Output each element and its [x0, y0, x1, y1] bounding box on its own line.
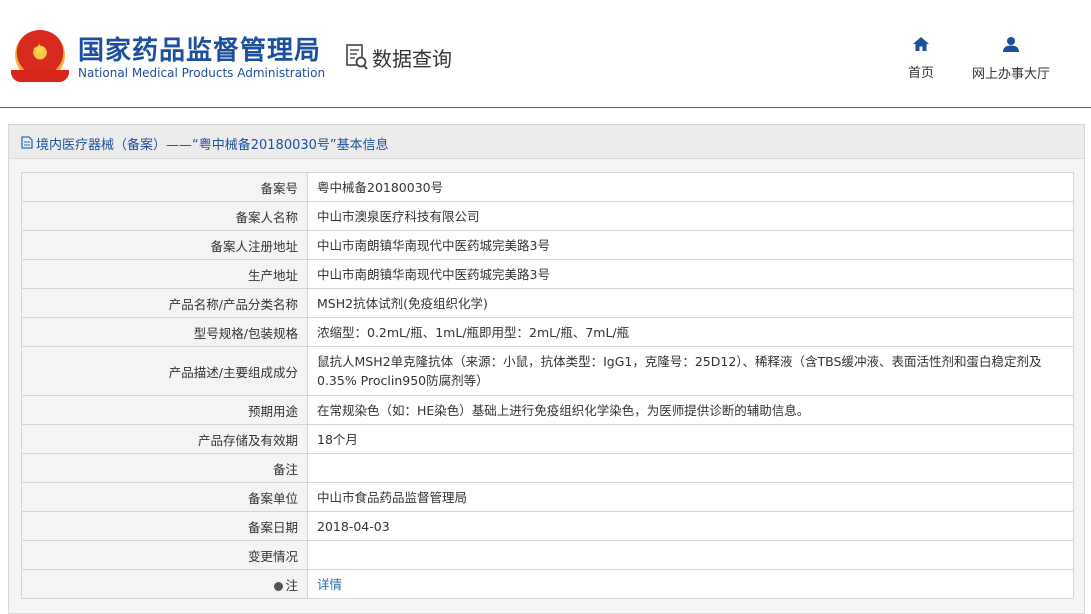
table-row: 备案号 粤中械备20180030号 — [21, 172, 1074, 202]
row-label: 备案日期 — [21, 511, 308, 541]
row-label: 产品描述/主要组成成分 — [21, 346, 308, 396]
nav-online-hall[interactable]: 网上办事大厅 — [966, 36, 1056, 82]
table-row: 变更情况 — [21, 540, 1074, 570]
home-icon — [913, 37, 929, 51]
table-row: 产品存储及有效期 18个月 — [21, 424, 1074, 454]
table-row: 注 详情 — [21, 569, 1074, 599]
panel-title: 境内医疗器械（备案）——“粤中械备20180030号”基本信息 — [36, 138, 389, 153]
row-label: 备案单位 — [21, 482, 308, 512]
national-emblem-logo: ★ — [11, 30, 69, 82]
pin-icon — [274, 581, 284, 591]
record-info-table: 备案号 粤中械备20180030号 备案人名称 中山市澳泉医疗科技有限公司 备案… — [21, 172, 1074, 599]
data-query-title: 数据查询 — [372, 47, 452, 71]
nav-online-hall-label: 网上办事大厅 — [971, 67, 1050, 82]
row-value: 18个月 — [307, 424, 1074, 454]
nav-home-label: 首页 — [907, 66, 934, 81]
row-label: 产品存储及有效期 — [21, 424, 308, 454]
note-label: 注 — [285, 577, 298, 593]
note-label-cell: 注 — [21, 569, 308, 599]
row-label: 预期用途 — [21, 395, 308, 425]
org-name-en[interactable]: National Medical Products Administration — [78, 66, 325, 80]
row-label: 型号规格/包装规格 — [21, 317, 308, 347]
table-row: 备案人名称 中山市澳泉医疗科技有限公司 — [21, 201, 1074, 231]
row-value: 粤中械备20180030号 — [307, 172, 1074, 202]
note-value-cell: 详情 — [307, 569, 1074, 599]
nav-home[interactable]: 首页 — [896, 36, 946, 81]
row-value: 浓缩型：0.2mL/瓶、1mL/瓶即用型：2mL/瓶、7mL/瓶 — [307, 317, 1074, 347]
row-value — [307, 453, 1074, 483]
site-header: ★ 国家药品监督管理局 National Medical Products Ad… — [0, 0, 1091, 108]
row-value: 2018-04-03 — [307, 511, 1074, 541]
table-row: 备注 — [21, 453, 1074, 483]
row-label: 变更情况 — [21, 540, 308, 570]
table-row: 预期用途 在常规染色（如：HE染色）基础上进行免疫组织化学染色，为医师提供诊断的… — [21, 395, 1074, 425]
document-icon — [21, 136, 33, 149]
row-label: 备案人注册地址 — [21, 230, 308, 260]
row-label: 备案号 — [21, 172, 308, 202]
table-row: 型号规格/包装规格 浓缩型：0.2mL/瓶、1mL/瓶即用型：2mL/瓶、7mL… — [21, 317, 1074, 347]
info-panel: 境内医疗器械（备案）——“粤中械备20180030号”基本信息 备案号 粤中械备… — [8, 124, 1085, 614]
table-row: 生产地址 中山市南朗镇华南现代中医药城完美路3号 — [21, 259, 1074, 289]
table-row: 备案日期 2018-04-03 — [21, 511, 1074, 541]
row-value: 中山市南朗镇华南现代中医药城完美路3号 — [307, 230, 1074, 260]
row-value: 中山市澳泉医疗科技有限公司 — [307, 201, 1074, 231]
row-label: 备案人名称 — [21, 201, 308, 231]
panel-title-bar: 境内医疗器械（备案）——“粤中械备20180030号”基本信息 — [9, 125, 1084, 159]
details-link[interactable]: 详情 — [317, 577, 342, 592]
org-name-cn[interactable]: 国家药品监督管理局 — [78, 30, 321, 67]
row-value: 在常规染色（如：HE染色）基础上进行免疫组织化学染色，为医师提供诊断的辅助信息。 — [307, 395, 1074, 425]
table-row: 产品名称/产品分类名称 MSH2抗体试剂(免疫组织化学) — [21, 288, 1074, 318]
row-label: 产品名称/产品分类名称 — [21, 288, 308, 318]
row-label: 生产地址 — [21, 259, 308, 289]
data-query-icon — [346, 44, 368, 70]
table-row: 产品描述/主要组成成分 鼠抗人MSH2单克隆抗体（来源：小鼠，抗体类型：IgG1… — [21, 346, 1074, 396]
user-icon — [1003, 37, 1019, 52]
table-row: 备案单位 中山市食品药品监督管理局 — [21, 482, 1074, 512]
row-value: MSH2抗体试剂(免疫组织化学) — [307, 288, 1074, 318]
row-value: 中山市南朗镇华南现代中医药城完美路3号 — [307, 259, 1074, 289]
table-row: 备案人注册地址 中山市南朗镇华南现代中医药城完美路3号 — [21, 230, 1074, 260]
row-value: 中山市食品药品监督管理局 — [307, 482, 1074, 512]
row-value: 鼠抗人MSH2单克隆抗体（来源：小鼠，抗体类型：IgG1，克隆号：25D12）、… — [307, 346, 1074, 396]
row-value — [307, 540, 1074, 570]
row-label: 备注 — [21, 453, 308, 483]
